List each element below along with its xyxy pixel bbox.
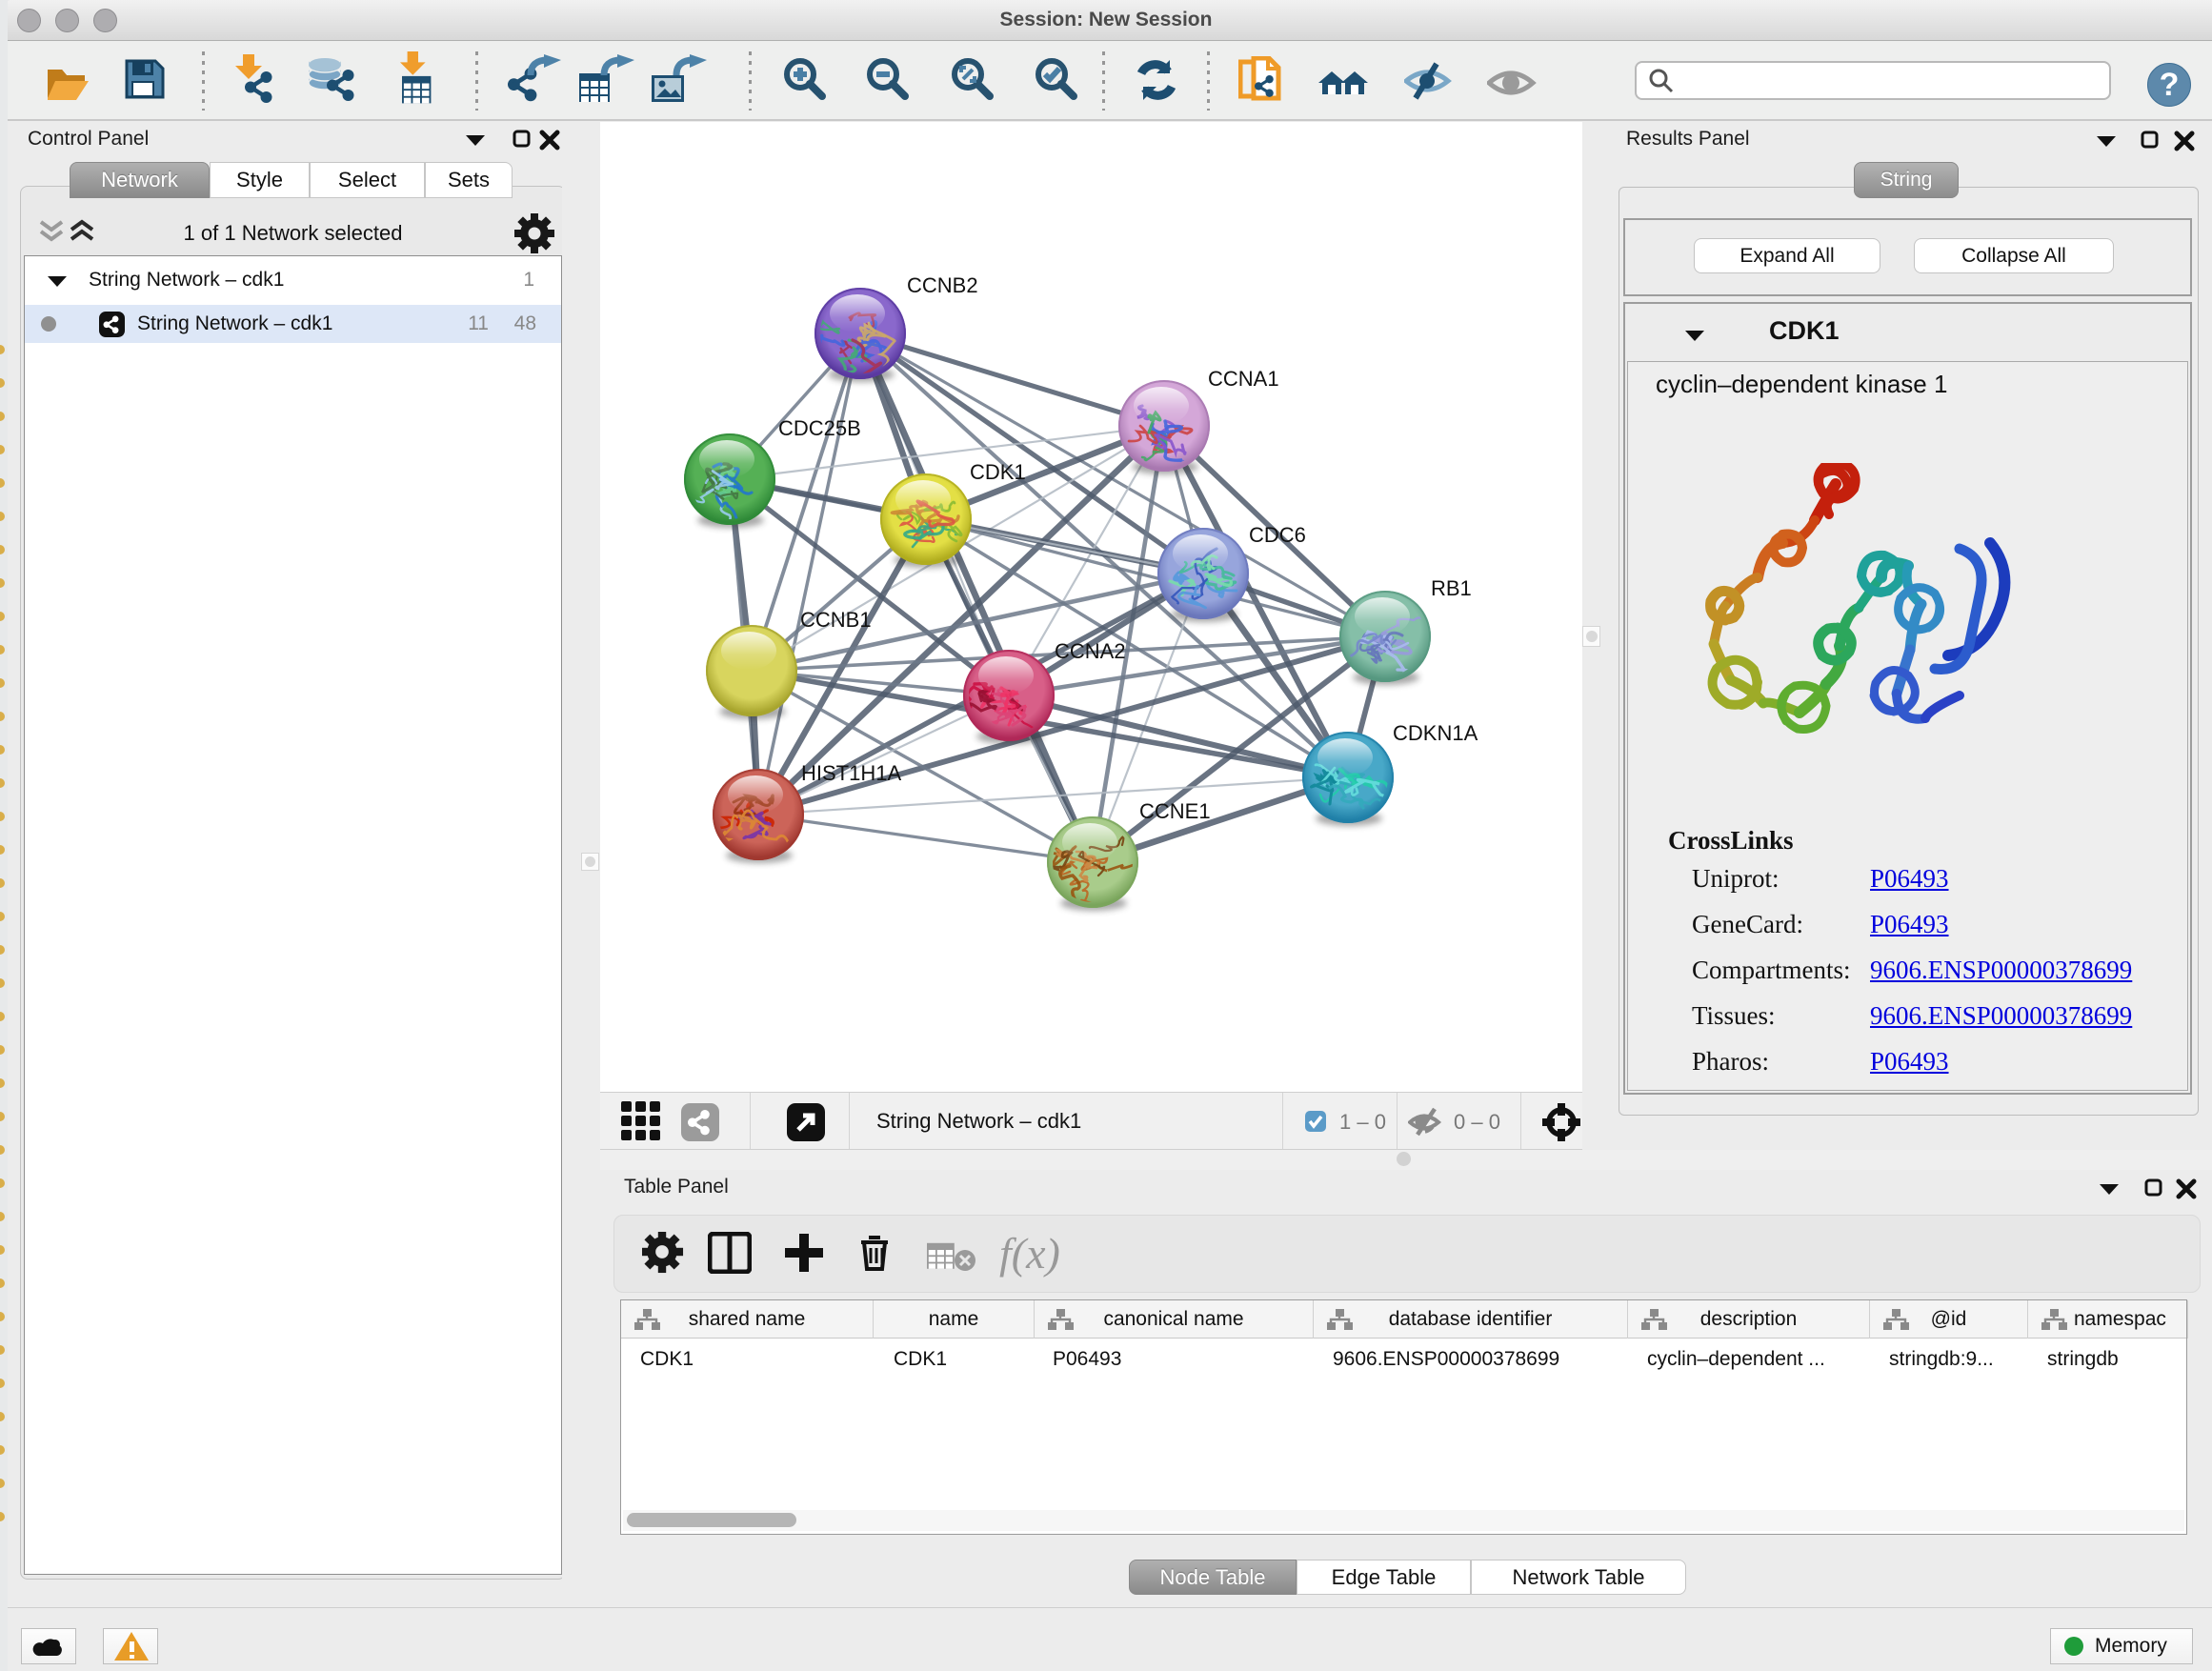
svg-text:CCNB2: CCNB2 xyxy=(907,273,978,297)
svg-text:CCNA2: CCNA2 xyxy=(1055,639,1126,663)
svg-text:HIST1H1A: HIST1H1A xyxy=(801,761,901,785)
svg-text:CCNA1: CCNA1 xyxy=(1208,367,1279,391)
svg-text:CDK1: CDK1 xyxy=(970,460,1026,484)
svg-text:CCNE1: CCNE1 xyxy=(1139,799,1211,823)
svg-text:CDC25B: CDC25B xyxy=(778,416,861,440)
svg-text:CDC6: CDC6 xyxy=(1249,523,1306,547)
svg-text:RB1: RB1 xyxy=(1431,576,1472,600)
svg-text:CCNB1: CCNB1 xyxy=(800,608,872,632)
svg-text:CDKN1A: CDKN1A xyxy=(1393,721,1478,745)
svg-text:f(x): f(x) xyxy=(999,1229,1060,1278)
